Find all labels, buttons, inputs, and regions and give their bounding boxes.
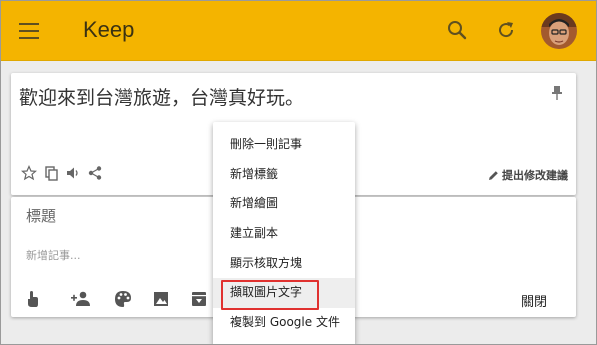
menu-item-make-copy[interactable]: 建立副本 bbox=[213, 219, 355, 249]
app-window: Keep 歡迎來到台灣旅遊，台灣真好玩。 提出修改建議 標題 新增記事... 關… bbox=[0, 0, 597, 345]
pin-icon[interactable] bbox=[550, 85, 564, 101]
note-context-menu: 刪除一則記事 新增標籤 新增繪圖 建立副本 顯示核取方塊 擷取圖片文字 複製到 … bbox=[213, 122, 355, 344]
menu-item-copy-to-google-docs[interactable]: 複製到 Google 文件 bbox=[213, 308, 355, 338]
menu-item-delete-note[interactable]: 刪除一則記事 bbox=[213, 130, 355, 160]
image-icon[interactable] bbox=[151, 289, 171, 309]
app-title: Keep bbox=[83, 17, 135, 42]
archive-icon[interactable] bbox=[189, 289, 209, 309]
copy-icon[interactable] bbox=[43, 165, 59, 181]
menu-item-show-checkboxes[interactable]: 顯示核取方塊 bbox=[213, 249, 355, 279]
palette-icon[interactable] bbox=[113, 289, 133, 309]
highlight-annotation-box bbox=[221, 280, 319, 310]
note-text[interactable]: 歡迎來到台灣旅遊，台灣真好玩。 bbox=[19, 83, 304, 110]
suggest-edit-label: 提出修改建議 bbox=[502, 169, 568, 182]
star-icon[interactable] bbox=[20, 165, 38, 181]
refresh-icon[interactable] bbox=[493, 17, 519, 43]
share-icon[interactable] bbox=[87, 165, 103, 181]
add-person-icon[interactable] bbox=[71, 289, 91, 309]
scrollbar[interactable] bbox=[579, 73, 589, 317]
user-avatar[interactable] bbox=[541, 13, 577, 49]
touch-icon[interactable] bbox=[23, 289, 43, 309]
hamburger-menu-icon[interactable] bbox=[19, 23, 39, 39]
menu-item-add-label[interactable]: 新增標籤 bbox=[213, 160, 355, 190]
suggest-edit-button[interactable]: 提出修改建議 bbox=[488, 167, 568, 183]
search-icon[interactable] bbox=[444, 17, 470, 43]
pencil-icon bbox=[489, 170, 498, 180]
speaker-icon[interactable] bbox=[65, 165, 81, 181]
close-button[interactable]: 關閉 bbox=[521, 291, 547, 310]
menu-item-add-drawing[interactable]: 新增繪圖 bbox=[213, 189, 355, 219]
app-bar: Keep bbox=[1, 1, 596, 61]
